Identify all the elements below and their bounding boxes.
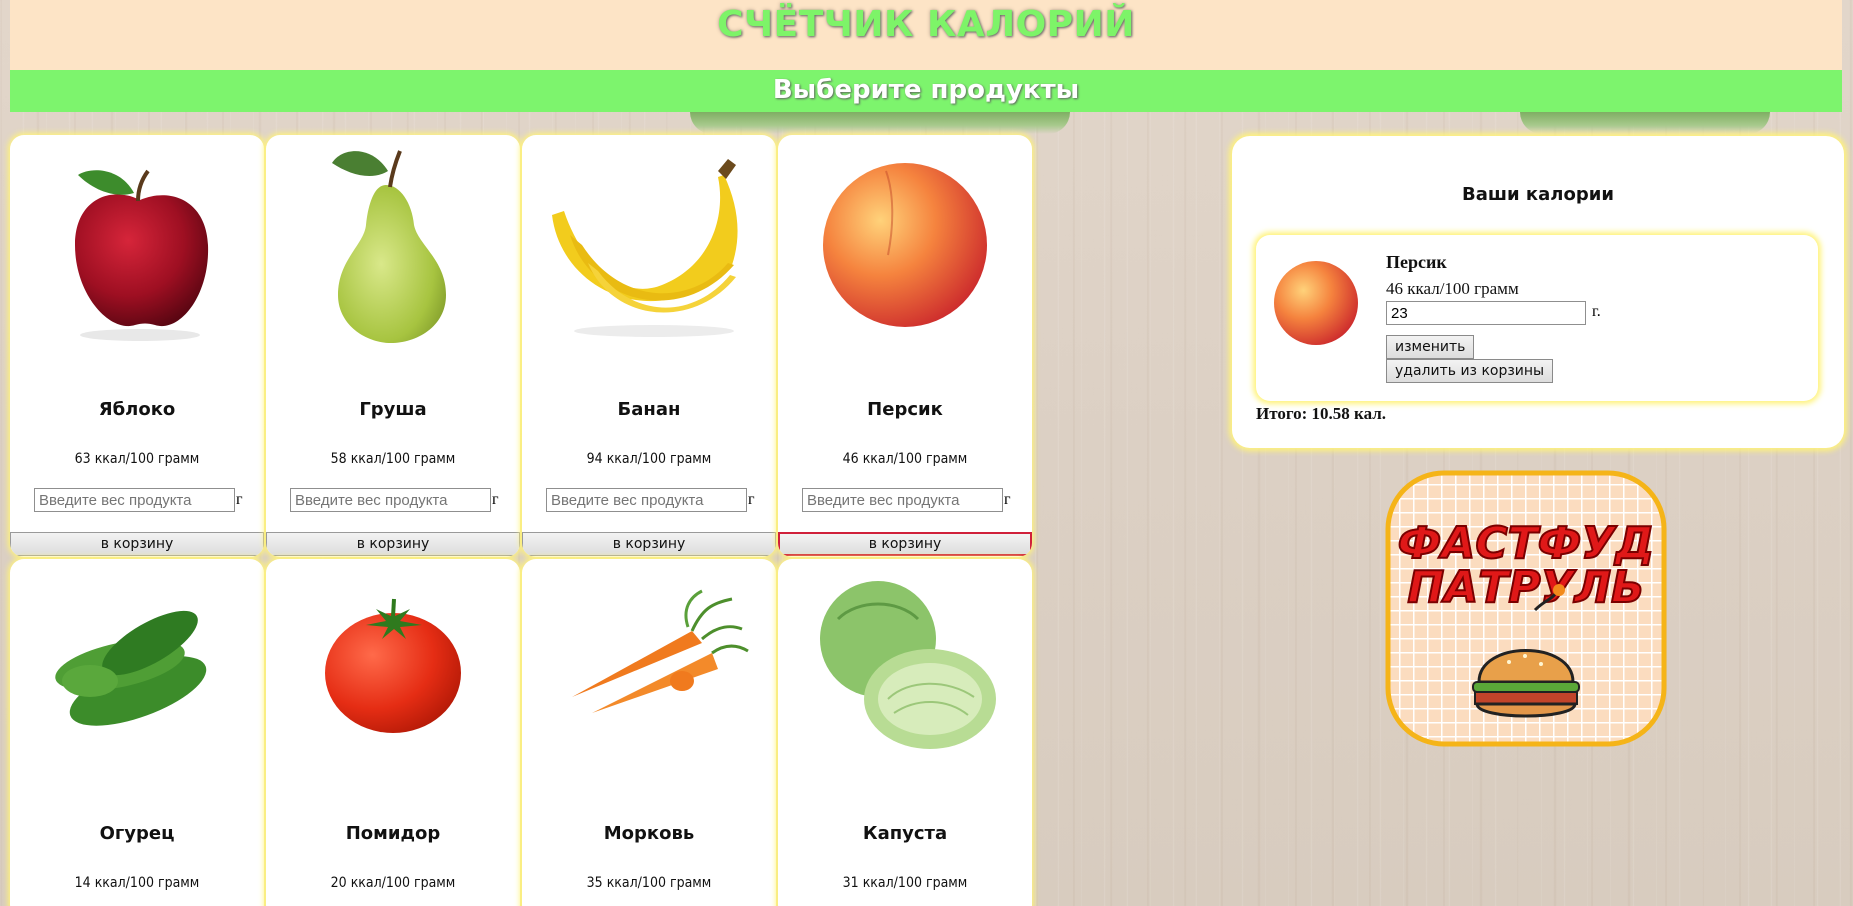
carrot-image	[572, 589, 749, 713]
cart-item-weight-input[interactable]	[1386, 301, 1586, 325]
banana-image	[552, 159, 738, 337]
product-card-banana: Банан 94 ккал/100 грамм г в корзину	[522, 135, 776, 557]
cucumber-image	[55, 610, 207, 726]
product-name: Морковь	[603, 823, 695, 844]
app-header: СЧЁТЧИК КАЛОРИЙ	[10, 0, 1842, 70]
weight-unit: г	[236, 491, 243, 508]
product-name: Яблоко	[98, 399, 176, 420]
product-name: Огурец	[99, 823, 175, 844]
product-calories: 58 ккал/100 грамм	[330, 451, 456, 467]
summary-title: Ваши калории	[1462, 184, 1614, 205]
weight-unit: г	[1004, 491, 1011, 508]
product-card-apple: Яблоко 63 ккал/100 грамм г в корзину	[10, 135, 264, 557]
weight-row: г	[34, 487, 243, 513]
product-calories: 14 ккал/100 грамм	[74, 875, 200, 891]
change-button[interactable]: изменить	[1386, 335, 1475, 359]
cart-item-unit: г.	[1592, 303, 1601, 320]
peach-thumbnail	[1274, 261, 1358, 345]
total-calories: Итого: 10.58 кал.	[1256, 404, 1387, 423]
apple-image	[75, 169, 209, 341]
section-title: Выберите продукты	[772, 75, 1080, 105]
product-card-peach: Персик 46 ккал/100 грамм г в корзину	[778, 135, 1032, 557]
product-calories: 35 ккал/100 грамм	[586, 875, 712, 891]
product-card-carrot: Морковь 35 ккал/100 грамм	[522, 559, 776, 906]
add-to-cart-button[interactable]: в корзину	[778, 532, 1032, 556]
product-name: Груша	[359, 399, 427, 420]
product-name: Персик	[867, 399, 943, 420]
product-card-cabbage: Капуста 31 ккал/100 грамм	[778, 559, 1032, 906]
pear-image	[332, 150, 446, 343]
fastfood-patrol-logo: ФАСТФУД ПАТРУЛЬ	[1385, 470, 1667, 747]
weight-input[interactable]	[546, 488, 747, 512]
add-to-cart-button[interactable]: в корзину	[10, 532, 264, 556]
weight-row: г	[546, 487, 755, 513]
product-grid: Яблоко 63 ккал/100 грамм г в корзину Гру…	[10, 135, 1034, 906]
product-card-tomato: Помидор 20 ккал/100 грамм	[266, 559, 520, 906]
product-name: Капуста	[862, 823, 948, 844]
leaves-decoration	[690, 112, 1070, 134]
weight-input[interactable]	[34, 488, 235, 512]
product-calories: 20 ккал/100 грамм	[330, 875, 456, 891]
cabbage-image	[820, 581, 996, 749]
tomato-image	[325, 598, 461, 733]
app-title: СЧЁТЧИК КАЛОРИЙ	[717, 4, 1135, 45]
add-to-cart-button[interactable]: в корзину	[266, 532, 520, 556]
product-card-pear: Груша 58 ккал/100 грамм г в корзину	[266, 135, 520, 557]
product-calories: 63 ккал/100 грамм	[74, 451, 200, 467]
product-card-cucumber: Огурец 14 ккал/100 грамм	[10, 559, 264, 906]
product-name: Помидор	[345, 823, 441, 844]
section-header: Выберите продукты	[10, 70, 1842, 112]
product-calories: 31 ккал/100 грамм	[842, 875, 968, 891]
logo-text-line2: ПАТРУЛЬ	[1407, 562, 1644, 613]
weight-unit: г	[748, 491, 755, 508]
cart-item-calories: 46 ккал/100 грамм	[1386, 279, 1519, 298]
remove-from-cart-button[interactable]: удалить из корзины	[1386, 359, 1554, 383]
cart-item: Персик 46 ккал/100 грамм г. изменить уда…	[1256, 235, 1818, 401]
peach-image	[823, 163, 987, 327]
add-to-cart-button[interactable]: в корзину	[522, 532, 776, 556]
leaves-decoration	[1520, 112, 1770, 134]
weight-row: г	[290, 487, 499, 513]
product-calories: 94 ккал/100 грамм	[586, 451, 712, 467]
product-name: Банан	[617, 399, 681, 420]
cart-item-name: Персик	[1386, 252, 1447, 272]
weight-unit: г	[492, 491, 499, 508]
calorie-summary-panel: Ваши калории Персик 46 ккал/100 грамм г.…	[1232, 136, 1844, 448]
weight-input[interactable]	[290, 488, 491, 512]
product-calories: 46 ккал/100 грамм	[842, 451, 968, 467]
weight-row: г	[802, 487, 1011, 513]
weight-input[interactable]	[802, 488, 1003, 512]
